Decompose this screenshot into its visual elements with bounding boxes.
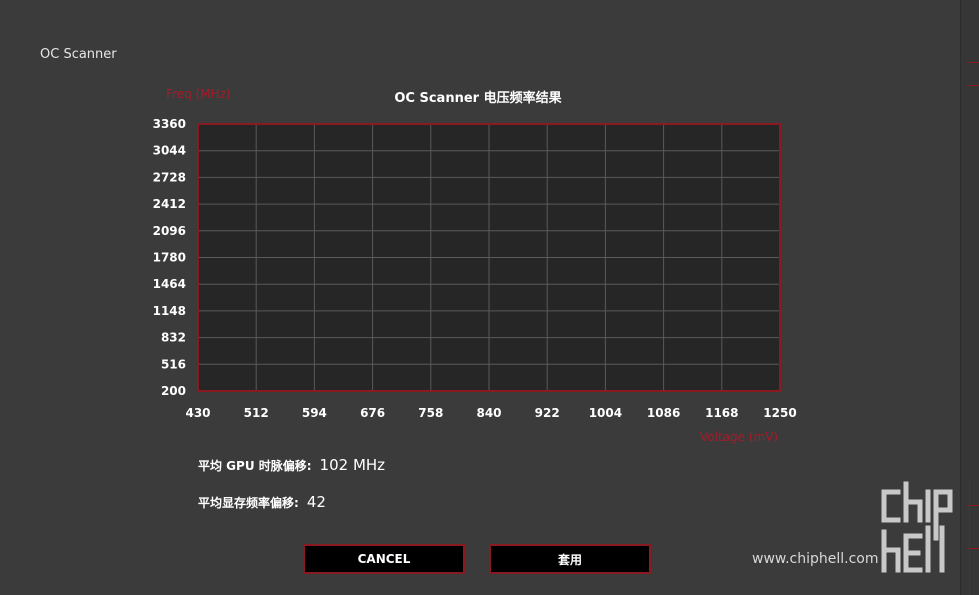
apply-button[interactable]: 套用	[489, 544, 651, 574]
x-tick-label: 430	[185, 406, 210, 420]
vf-curve-chart: 3360 3044 2728 2412 2096 1780 1464 1148 832 516 20…	[153, 117, 797, 420]
watermark-site: www.chiphell.com	[752, 551, 879, 567]
y-tick-label: 2412	[153, 197, 186, 211]
gpu-clock-offset: 平均 GPU 时脉偏移: 102 MHz	[198, 456, 385, 474]
y-tick-label: 1148	[153, 304, 186, 318]
x-tick-label: 1086	[647, 406, 680, 420]
cancel-button[interactable]: CANCEL	[303, 544, 465, 574]
y-tick-label: 2096	[153, 224, 186, 238]
mem-clock-offset-value: 42	[306, 493, 326, 511]
y-tick-label: 1780	[153, 251, 186, 265]
x-tick-label: 676	[360, 406, 385, 420]
y-tick-label: 1464	[153, 277, 186, 291]
y-tick-label: 3360	[153, 117, 186, 131]
mem-clock-offset: 平均显存频率偏移: 42	[198, 493, 326, 511]
x-tick-label: 922	[535, 406, 560, 420]
x-tick-label: 758	[418, 406, 443, 420]
x-axis-label: Voltage (mV)	[700, 430, 779, 444]
x-tick-label: 512	[244, 406, 269, 420]
chiphell-logo-icon	[881, 481, 953, 573]
y-tick-label: 516	[161, 357, 186, 371]
x-tick-label: 1250	[763, 406, 796, 420]
x-tick-label: 594	[302, 406, 327, 420]
x-tick-label: 840	[476, 406, 501, 420]
x-tick-label: 1168	[705, 406, 738, 420]
y-tick-label: 3044	[153, 144, 186, 158]
y-tick-label: 832	[161, 331, 186, 345]
mem-clock-offset-label: 平均显存频率偏移:	[198, 496, 299, 510]
gpu-clock-offset-value: 102 MHz	[319, 456, 386, 474]
x-tick-label: 1004	[589, 406, 622, 420]
y-tick-label: 200	[161, 384, 186, 398]
gpu-clock-offset-label: 平均 GPU 时脉偏移:	[198, 459, 312, 473]
y-tick-label: 2728	[153, 170, 186, 184]
